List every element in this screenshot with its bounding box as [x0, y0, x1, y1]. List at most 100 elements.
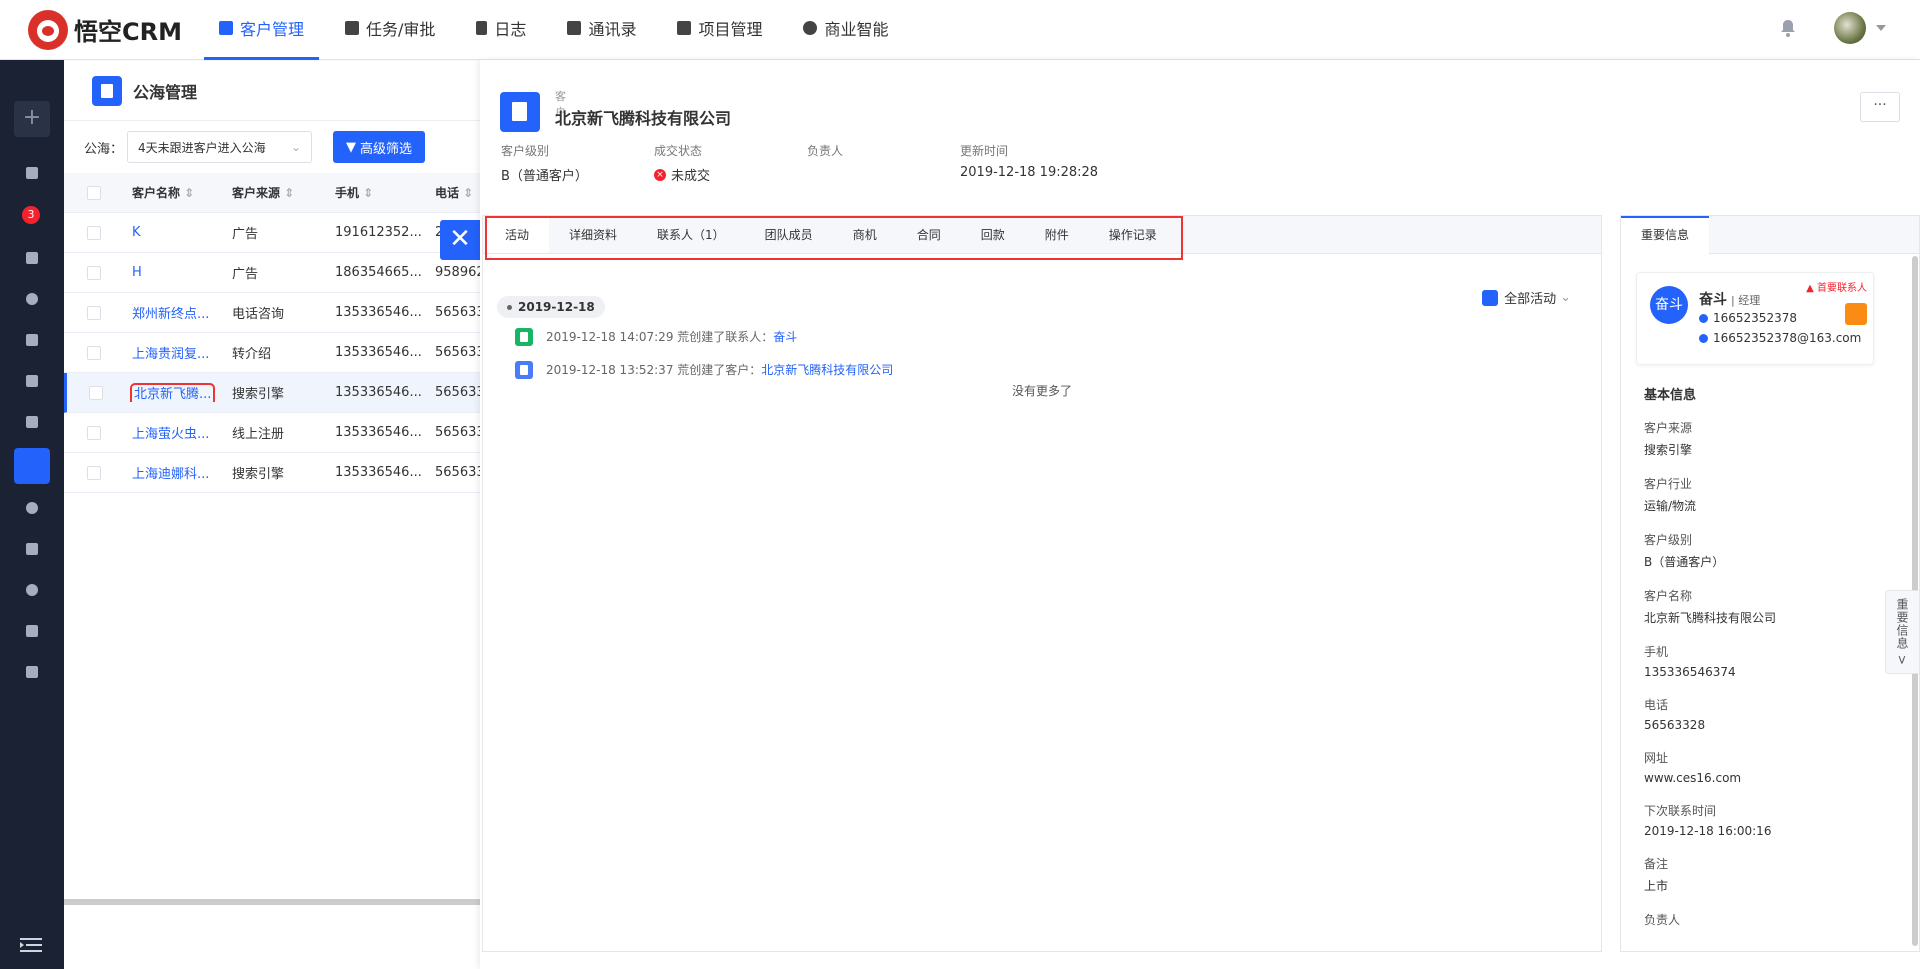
product-box-icon[interactable]	[22, 621, 42, 641]
row-checkbox[interactable]	[87, 225, 101, 240]
row-checkbox[interactable]	[87, 305, 101, 320]
nav-contacts[interactable]: 通讯录	[552, 0, 651, 60]
nav-customer[interactable]: 客户管理	[204, 0, 320, 60]
table-row[interactable]: H 广告 186354665... 9589624	[64, 253, 480, 293]
customer-name-link[interactable]: K	[124, 225, 224, 240]
book-icon[interactable]	[22, 412, 42, 432]
cell-mobile: 135336546...	[335, 305, 422, 320]
customer-detail-drawer: 客户 北京新飞腾科技有限公司 ··· 客户级别 B（普通客户） 成交状态 × 未成交 …	[480, 60, 1920, 969]
dollar-icon[interactable]	[22, 498, 42, 518]
send-glyph	[26, 666, 38, 678]
important-info-float-tab[interactable]: 重要信息 >	[1885, 590, 1920, 674]
table-header: 客户名称 ⇕ 客户来源 ⇕ 手机 ⇕ 电话 ⇕	[64, 173, 480, 213]
sort-icon: ⇕	[363, 186, 374, 200]
contract-icon[interactable]	[22, 539, 42, 559]
table-row[interactable]: 上海萤火虫... 线上注册 135336546... 5656331	[64, 413, 480, 453]
compass-icon[interactable]	[22, 289, 42, 309]
advanced-filter-label: 高级筛选	[360, 141, 413, 157]
cell-source: 搜索引擎	[232, 387, 285, 402]
meta-label: 负责人	[807, 144, 844, 158]
table-row-selected[interactable]: 北京新飞腾... 搜索引擎 135336546... 5656332	[64, 373, 480, 413]
meta-value: B（普通客户）	[501, 169, 588, 184]
cell-mobile: 135336546...	[335, 345, 422, 360]
info-field: 网址 www.ces16.com	[1644, 751, 1742, 785]
row-checkbox[interactable]	[87, 425, 101, 440]
event-link[interactable]: 北京新飞腾科技有限公司	[761, 361, 893, 378]
cell-mobile: 135336546...	[335, 385, 422, 400]
user-avatar[interactable]	[1834, 12, 1866, 44]
menu-collapse-icon[interactable]	[20, 938, 42, 952]
sidebar-item-public-pool[interactable]	[14, 448, 50, 484]
cell-phone: 5656332	[435, 345, 480, 360]
event-link[interactable]: 奋斗	[773, 328, 797, 345]
primary-contact-card: 奋斗 奋斗 | 经理 ▲ 首要联系人 16652352378 1665235237…	[1636, 272, 1874, 365]
phone-icon	[1699, 313, 1708, 323]
filter-bar: 公海： 4天未跟进客户进入公海 ⌄ ▼ 高级筛选	[64, 121, 480, 173]
customer-table: 客户名称 ⇕ 客户来源 ⇕ 手机 ⇕ 电话 ⇕ K 广告 191612352..…	[64, 173, 480, 493]
row-checkbox[interactable]	[87, 265, 101, 280]
tab-important-info[interactable]: 重要信息	[1621, 216, 1710, 254]
clue-glyph	[26, 252, 38, 264]
contact-glyph	[26, 375, 38, 387]
close-detail-button[interactable]: ✕	[440, 220, 480, 260]
app-logo[interactable]: 悟空CRM	[28, 9, 204, 50]
customer-icon[interactable]	[22, 330, 42, 350]
section-title: 基本信息	[1644, 388, 1697, 403]
row-checkbox[interactable]	[88, 385, 103, 400]
contract-glyph	[26, 543, 38, 555]
more-actions-button[interactable]: ···	[1860, 92, 1900, 122]
call-button[interactable]	[1845, 303, 1867, 325]
info-field: 客户来源 搜索引擎	[1644, 421, 1693, 457]
table-row[interactable]: K 广告 191612352... 25	[64, 213, 480, 253]
customer-name-link[interactable]: 郑州新终点...	[124, 303, 224, 322]
table-row[interactable]: 郑州新终点... 电话咨询 135336546... 5656331	[64, 293, 480, 333]
column-header[interactable]: 客户名称 ⇕	[124, 184, 224, 201]
detail-main-panel: 活动 详细资料 联系人（1） 团队成员 商机 合同 回款 附件 操作记录 全部活…	[482, 215, 1602, 952]
row-checkbox[interactable]	[87, 465, 101, 480]
nav-project[interactable]: 项目管理	[662, 0, 777, 60]
contact-icon[interactable]	[22, 371, 42, 391]
column-header[interactable]: 手机 ⇕	[327, 184, 427, 201]
primary-contact-tag: ▲ 首要联系人	[1806, 283, 1867, 294]
nav-bi[interactable]: 商业智能	[788, 0, 903, 60]
notification-badge[interactable]: 3	[22, 206, 40, 224]
send-icon[interactable]	[22, 662, 42, 682]
select-all-checkbox[interactable]	[87, 185, 101, 200]
cell-source: 转介绍	[232, 347, 272, 362]
chevron-down-icon[interactable]	[1876, 25, 1886, 31]
advanced-filter-button[interactable]: ▼ 高级筛选	[333, 131, 426, 163]
cell-mobile: 186354665...	[335, 265, 422, 280]
filter-icon: ▼	[346, 139, 357, 155]
customer-name-link[interactable]: 北京新飞腾...	[129, 383, 216, 402]
horizontal-scrollbar[interactable]	[64, 899, 480, 905]
contact-email: 16652352378@163.com	[1699, 331, 1861, 345]
contact-name[interactable]: 奋斗	[1699, 292, 1727, 308]
tabs-highlight-box	[485, 216, 1183, 260]
pool-select[interactable]: 4天未跟进客户进入公海 ⌄	[127, 131, 313, 163]
nav-task[interactable]: 任务/审批	[330, 0, 450, 60]
customer-name-link[interactable]: 上海萤火虫...	[124, 423, 224, 442]
quick-create-button[interactable]: +	[14, 101, 50, 137]
meta-value: 2019-12-18 19:28:28	[960, 165, 1099, 180]
clue-icon[interactable]	[22, 248, 42, 268]
nav-log[interactable]: 日志	[461, 0, 541, 60]
meta-value-deal: × 未成交	[654, 165, 807, 184]
meta-label: 成交状态	[654, 144, 703, 158]
customer-name-link[interactable]: H	[124, 265, 224, 280]
important-tab-bar: 重要信息	[1621, 216, 1919, 254]
table-row[interactable]: 上海贵润复... 转介绍 135336546... 5656332	[64, 333, 480, 373]
column-header[interactable]: 客户来源 ⇕	[224, 184, 327, 201]
table-row[interactable]: 上海迪娜科... 搜索引擎 135336546... 5656332	[64, 453, 480, 493]
activity-timeline: 2019-12-18 2019-12-18 14:07:29 荒创建了联系人： …	[497, 296, 1587, 399]
column-header[interactable]: 电话 ⇕	[427, 184, 480, 201]
row-checkbox[interactable]	[87, 345, 101, 360]
product-box-glyph	[26, 625, 38, 637]
meta-label: 更新时间	[960, 144, 1009, 158]
event-text: 2019-12-18 13:52:37 荒创建了客户：	[546, 363, 762, 377]
dashboard-icon[interactable]	[22, 163, 42, 183]
bell-icon[interactable]	[1780, 19, 1796, 37]
detail-tabs: 活动 详细资料 联系人（1） 团队成员 商机 合同 回款 附件 操作记录	[483, 216, 1601, 260]
customer-name-link[interactable]: 上海迪娜科...	[124, 463, 224, 482]
money-bag-icon[interactable]	[22, 580, 42, 600]
customer-name-link[interactable]: 上海贵润复...	[124, 343, 224, 362]
